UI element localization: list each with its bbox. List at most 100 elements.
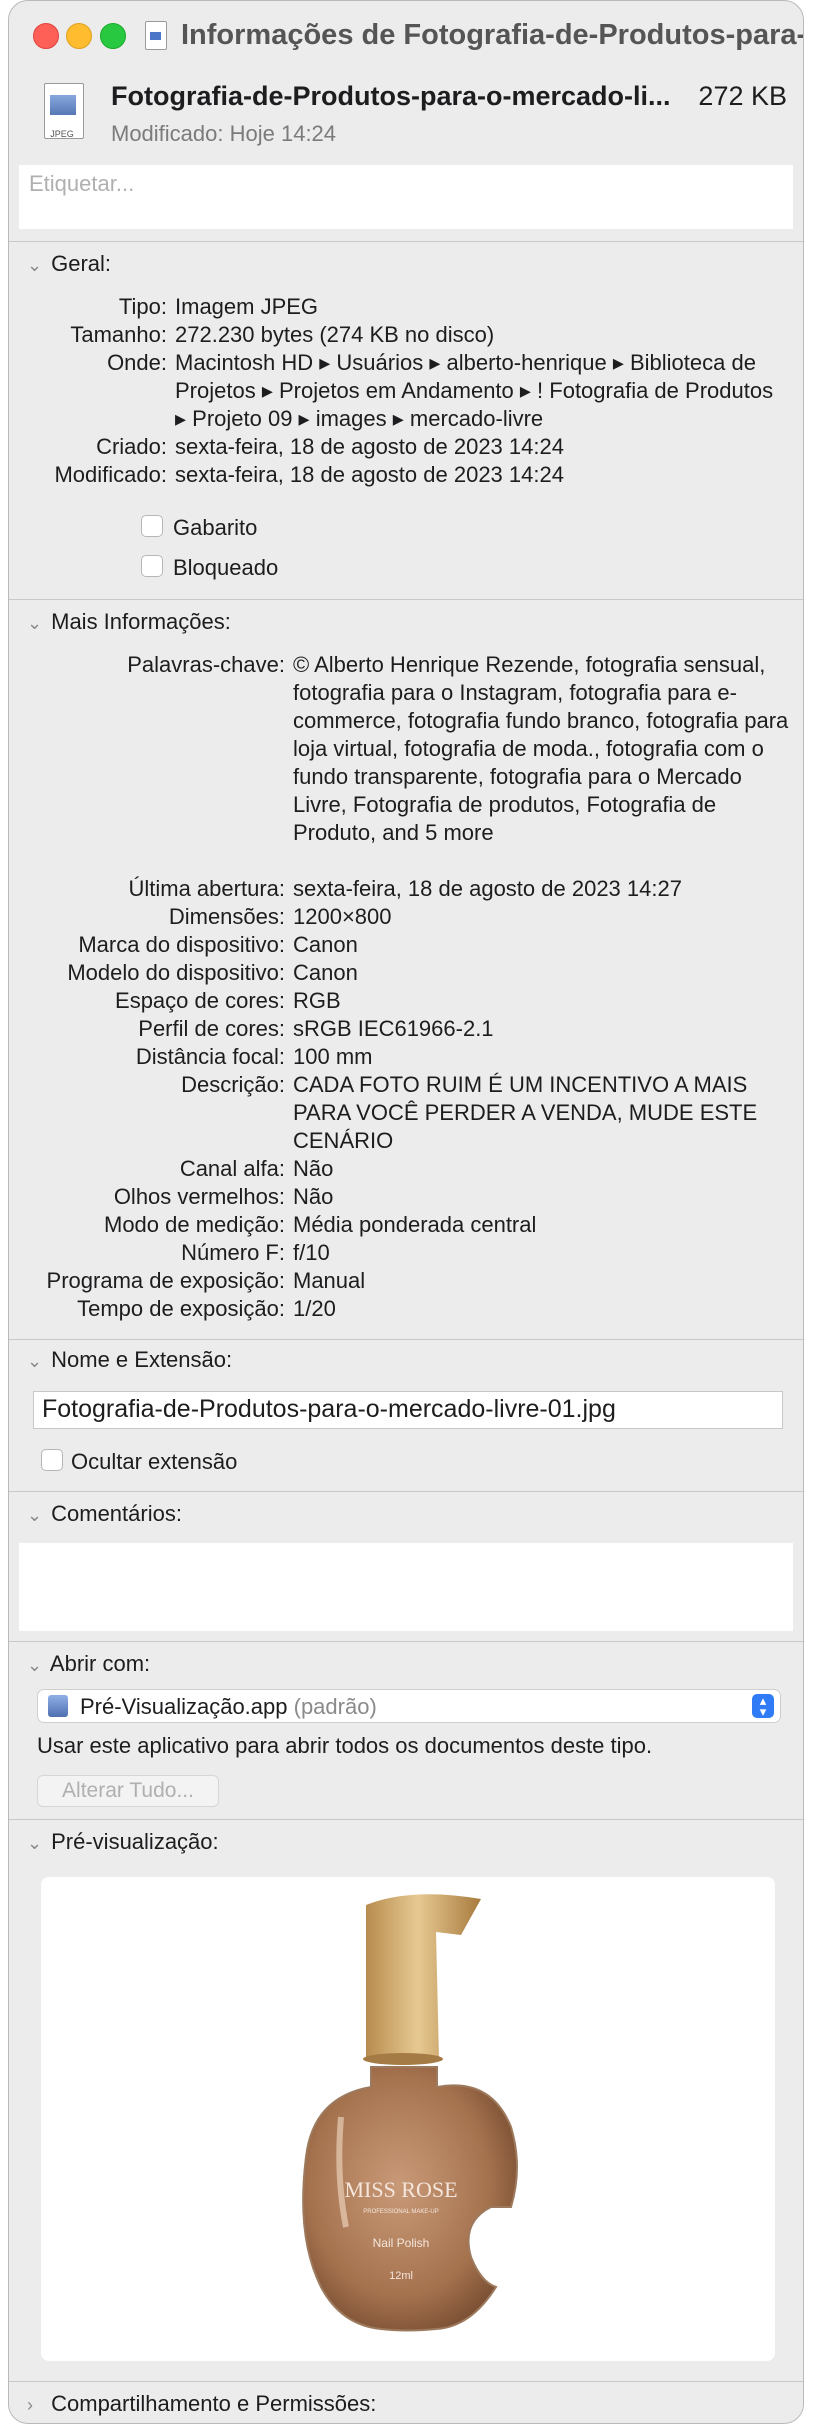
- section-open-with-toggle[interactable]: ⌄ Abrir com:: [27, 1651, 150, 1677]
- hide-extension-checkbox[interactable]: [41, 1449, 63, 1471]
- popup-stepper-icon: ▴ ▾: [752, 1694, 774, 1718]
- hide-extension-label: Ocultar extensão: [71, 1449, 238, 1474]
- preview-image: MISS ROSE PROFESSIONAL MAKE-UP Nail Poli…: [41, 1877, 775, 2361]
- section-comments-title: Comentários:: [51, 1501, 182, 1526]
- file-name-field[interactable]: Fotografia-de-Produtos-para-o-mercado-li…: [33, 1391, 783, 1429]
- section-general-title: Geral:: [51, 251, 112, 276]
- section-name-ext-title: Nome e Extensão:: [51, 1347, 233, 1372]
- open-with-popup[interactable]: Pré-Visualização.app (padrão) ▴ ▾: [37, 1689, 781, 1723]
- info-window: Informações de Fotografia-de-Produtos-pa…: [8, 0, 804, 2424]
- more-info-row: Marca do dispositivo: Canon: [9, 931, 803, 959]
- more-info-value: Não: [293, 1184, 334, 1209]
- more-info-value: CADA FOTO RUIM É UM INCENTIVO A MAIS PAR…: [293, 1072, 758, 1153]
- open-with-app-name: Pré-Visualização.app: [80, 1694, 288, 1719]
- window-title: Informações de Fotografia-de-Produtos-pa…: [181, 19, 804, 51]
- general-info-key: Criado:: [96, 434, 167, 459]
- general-info-value: sexta-feira, 18 de agosto de 2023 14:24: [175, 462, 564, 487]
- divider: [9, 1491, 803, 1492]
- nail-polish-bottle-image: MISS ROSE PROFESSIONAL MAKE-UP Nail Poli…: [302, 1894, 518, 2332]
- general-info-value: Macintosh HD ▸ Usuários ▸ alberto-henriq…: [175, 350, 774, 431]
- more-info-value: Canon: [293, 932, 358, 957]
- more-info-row: Canal alfa: Não: [9, 1155, 803, 1183]
- change-all-button[interactable]: Alterar Tudo...: [37, 1775, 219, 1807]
- modified-date-header: Modificado: Hoje 14:24: [111, 121, 337, 146]
- more-info-key: Descrição:: [181, 1072, 285, 1097]
- more-info-key: Modelo do dispositivo:: [67, 960, 285, 985]
- section-sharing-toggle[interactable]: › Compartilhamento e Permissões:: [27, 2391, 376, 2417]
- comments-field[interactable]: [19, 1543, 793, 1631]
- more-info-row: Tempo de exposição: 1/20: [9, 1295, 803, 1323]
- divider: [9, 1819, 803, 1820]
- more-info-key: Espaço de cores:: [115, 988, 285, 1013]
- general-info-key: Tamanho:: [70, 322, 167, 347]
- divider: [9, 1641, 803, 1642]
- more-info-key: Tempo de exposição:: [77, 1296, 285, 1321]
- section-comments-toggle[interactable]: ⌄ Comentários:: [27, 1501, 182, 1527]
- locked-label: Bloqueado: [173, 555, 279, 580]
- divider: [9, 2381, 803, 2382]
- section-general-toggle[interactable]: ⌄ Geral:: [27, 251, 111, 277]
- chevron-down-icon: ⌄: [27, 255, 43, 275]
- more-info-row: Espaço de cores: RGB: [9, 987, 803, 1015]
- open-with-note: Usar este aplicativo para abrir todos os…: [37, 1733, 653, 1758]
- more-info-value: © Alberto Henrique Rezende, fotografia s…: [293, 652, 789, 845]
- general-info-key: Modificado:: [54, 462, 167, 487]
- preview-app-icon: [48, 1695, 68, 1717]
- file-size-header: 272 KB: [698, 81, 787, 111]
- divider: [9, 1339, 803, 1340]
- tags-input[interactable]: Etiquetar...: [19, 165, 793, 229]
- divider: [9, 599, 803, 600]
- section-preview-title: Pré-visualização:: [51, 1829, 219, 1854]
- more-info-value: 100 mm: [293, 1044, 373, 1069]
- general-info-row: Onde: Macintosh HD ▸ Usuários ▸ alberto-h…: [9, 349, 803, 433]
- general-info-row: Modificado: sexta-feira, 18 de agosto de …: [9, 461, 803, 489]
- section-more-info-toggle[interactable]: ⌄ Mais Informações:: [27, 609, 231, 635]
- section-open-with-title: Abrir com:: [49, 1651, 151, 1676]
- more-info-key: Modo de medição:: [104, 1212, 285, 1237]
- title-bar: Informações de Fotografia-de-Produtos-pa…: [9, 1, 803, 71]
- more-info-value: RGB: [293, 988, 341, 1013]
- chevron-down-icon: ⌄: [27, 1351, 43, 1371]
- more-info-row: Programa de exposição: Manual: [9, 1267, 803, 1295]
- more-info-value: Canon: [293, 960, 358, 985]
- general-info-row: Criado: sexta-feira, 18 de agosto de 2023…: [9, 433, 803, 461]
- more-info-value: sexta-feira, 18 de agosto de 2023 14:27: [293, 876, 682, 901]
- more-info-value: f/10: [293, 1240, 330, 1265]
- more-info-row: Descrição: CADA FOTO RUIM É UM INCENTIVO …: [9, 1071, 803, 1155]
- section-sharing-title: Compartilhamento e Permissões:: [51, 2391, 377, 2416]
- more-info-row: Modo de medição: Média ponderada central: [9, 1211, 803, 1239]
- more-info-row: Palavras-chave: © Alberto Henrique Rezend…: [9, 651, 803, 875]
- more-info-value: 1/20: [293, 1296, 336, 1321]
- more-info-row: Olhos vermelhos: Não: [9, 1183, 803, 1211]
- product-sub-text: PROFESSIONAL MAKE-UP: [363, 2209, 438, 2215]
- chevron-down-icon: ⌄: [27, 1655, 43, 1675]
- zoom-window-button[interactable]: [100, 23, 126, 49]
- general-info-row: Tamanho: 272.230 bytes (274 KB no disco): [9, 321, 803, 349]
- general-info-key: Tipo:: [118, 294, 167, 319]
- general-info-value: 272.230 bytes (274 KB no disco): [175, 322, 495, 347]
- more-info-key: Distância focal:: [135, 1044, 285, 1069]
- file-name-header: Fotografia-de-Produtos-para-o-mercado-li…: [111, 81, 671, 111]
- product-type-text: Nail Polish: [373, 2236, 430, 2250]
- stationery-label: Gabarito: [173, 515, 258, 540]
- more-info-key: Número F:: [181, 1240, 285, 1265]
- document-icon: [145, 21, 167, 50]
- chevron-down-icon: ⌄: [27, 613, 43, 633]
- more-info-key: Última abertura:: [128, 876, 285, 901]
- chevron-right-icon: ›: [27, 2395, 33, 2415]
- more-info-row: Última abertura: sexta-feira, 18 de agost…: [9, 875, 803, 903]
- more-info-value: sRGB IEC61966-2.1: [293, 1016, 494, 1041]
- section-name-ext-toggle[interactable]: ⌄ Nome e Extensão:: [27, 1347, 232, 1373]
- stationery-checkbox[interactable]: [141, 515, 163, 537]
- close-window-button[interactable]: [33, 23, 59, 49]
- chevron-down-icon: ⌄: [27, 1505, 43, 1525]
- section-preview-toggle[interactable]: ⌄ Pré-visualização:: [27, 1829, 219, 1855]
- more-info-key: Canal alfa:: [179, 1156, 285, 1181]
- more-info-value: Manual: [293, 1268, 366, 1293]
- minimize-window-button[interactable]: [66, 23, 92, 49]
- locked-checkbox[interactable]: [141, 555, 163, 577]
- more-info-value: 1200×800: [293, 904, 392, 929]
- more-info-key: Perfil de cores:: [138, 1016, 285, 1041]
- more-info-row: Dimensões: 1200×800: [9, 903, 803, 931]
- more-info-row: Número F: f/10: [9, 1239, 803, 1267]
